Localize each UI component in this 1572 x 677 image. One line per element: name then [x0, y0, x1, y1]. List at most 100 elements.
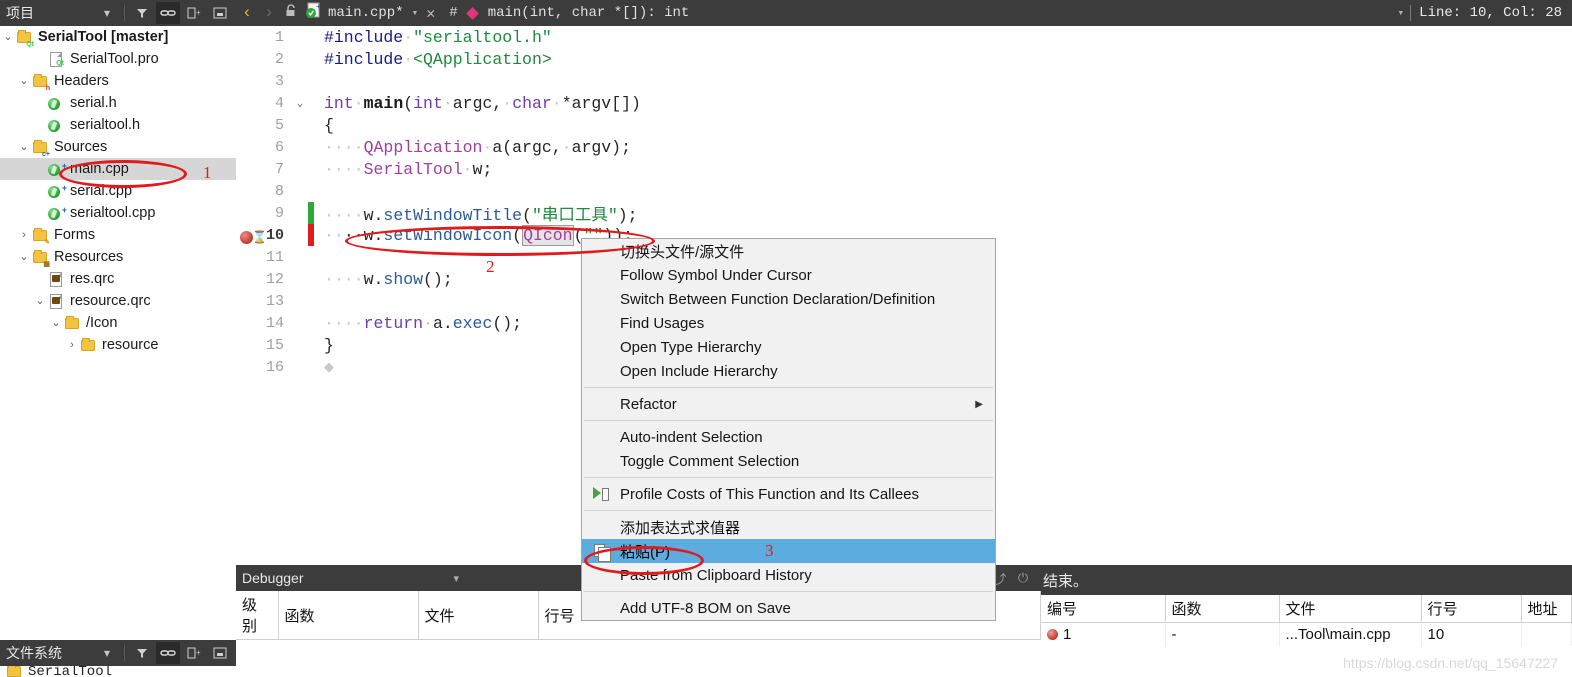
menu-item-auto-indent-selection[interactable]: Auto-indent Selection	[582, 425, 995, 449]
project-tree[interactable]: ⌄ Qt SerialTool [master] Qt SerialTool.pro ⌄ h…	[0, 26, 236, 640]
link-icon[interactable]	[156, 2, 180, 24]
line-number[interactable]: 15	[236, 337, 292, 354]
line-number[interactable]: 2	[236, 51, 292, 68]
tree-item-forms[interactable]: › ✎ Forms	[0, 224, 236, 246]
line-number[interactable]: ⌛ 10	[236, 227, 292, 245]
tree-item-serial-h[interactable]: serial.h	[0, 92, 236, 114]
col-function[interactable]: 函数	[1165, 595, 1280, 623]
menu-item-follow-symbol-under-cursor[interactable]: Follow Symbol Under Cursor	[582, 263, 995, 287]
unlocked-icon[interactable]	[280, 3, 302, 23]
code-line[interactable]: 7 ····SerialTool·w;	[236, 158, 1572, 180]
filesystem-first-row[interactable]: SerialTool	[0, 666, 236, 677]
chevron-down-icon[interactable]: ⌄	[16, 139, 32, 155]
menu-item-profile-costs-of-this-function-and-its-callees[interactable]: Profile Costs of This Function and Its C…	[582, 482, 995, 506]
tree-item-serialtool-pro[interactable]: Qt SerialTool.pro	[0, 48, 236, 70]
collapse-icon[interactable]	[208, 2, 232, 24]
code-token: ·	[403, 27, 414, 47]
tree-item-serial-cpp[interactable]: + serial.cpp	[0, 180, 236, 202]
menu-item-label: 添加表达式求值器	[620, 519, 741, 537]
line-number[interactable]: 14	[236, 315, 292, 332]
col-address[interactable]: 地址	[1521, 595, 1572, 623]
chevron-down-icon[interactable]: ⌄	[16, 73, 32, 89]
menu-item-[interactable]: 添加表达式求值器	[582, 515, 995, 539]
line-number[interactable]: 16	[236, 359, 292, 376]
line-number[interactable]: 13	[236, 293, 292, 310]
col-file[interactable]: 文件	[1279, 595, 1422, 623]
line-number[interactable]: 6	[236, 139, 292, 156]
tree-item-serialtool-master[interactable]: ⌄ Qt SerialTool [master]	[0, 26, 236, 48]
menu-item-toggle-comment-selection[interactable]: Toggle Comment Selection	[582, 449, 995, 473]
hash-icon[interactable]: #	[443, 5, 463, 21]
symbol-dropdown-icon[interactable]: ▾	[1398, 6, 1405, 20]
line-number[interactable]: 5	[236, 117, 292, 134]
split-icon[interactable]: +	[182, 2, 206, 24]
code-line[interactable]: 8	[236, 180, 1572, 202]
col-function[interactable]: 函数	[278, 591, 419, 640]
code-line[interactable]: 4 ⌄ int·main(int·argc,·char·*argv[])	[236, 92, 1572, 114]
chevron-right-icon[interactable]: ›	[64, 337, 80, 353]
chevron-down-icon[interactable]: ⌄	[48, 315, 64, 331]
menu-item-open-include-hierarchy[interactable]: Open Include Hierarchy	[582, 359, 995, 383]
line-number[interactable]: 1	[236, 29, 292, 46]
col-number[interactable]: 编号	[1041, 595, 1166, 623]
menu-item-refactor[interactable]: Refactor ▶	[582, 392, 995, 416]
line-number[interactable]: 7	[236, 161, 292, 178]
cell-编号: 1	[1041, 622, 1166, 646]
tree-item-resources[interactable]: ⌄ ▦ Resources	[0, 246, 236, 268]
collapse-icon[interactable]	[208, 642, 232, 664]
power-icon[interactable]: ⏻	[1013, 568, 1033, 588]
table-row[interactable]: 1- ...Tool\main.cpp 10	[1041, 622, 1572, 646]
file-dropdown-icon[interactable]: ▾	[412, 6, 419, 20]
tree-item-serialtool-h[interactable]: serialtool.h	[0, 114, 236, 136]
close-icon[interactable]: ✕	[418, 4, 443, 23]
line-change-marker	[308, 70, 314, 92]
chevron-down-icon[interactable]: ▾	[95, 642, 119, 664]
tree-item-serialtool-cpp[interactable]: + serialtool.cpp	[0, 202, 236, 224]
chevron-down-icon[interactable]: ⌄	[16, 249, 32, 265]
menu-item-open-type-hierarchy[interactable]: Open Type Hierarchy	[582, 335, 995, 359]
filter-icon[interactable]	[130, 2, 154, 24]
chevron-down-icon[interactable]: ⌄	[32, 293, 48, 309]
link-icon[interactable]	[156, 642, 180, 664]
split-icon[interactable]: +	[182, 642, 206, 664]
menu-item-find-usages[interactable]: Find Usages	[582, 311, 995, 335]
chevron-down-icon[interactable]: ⌄	[0, 29, 16, 45]
tree-item-res-qrc[interactable]: res.qrc	[0, 268, 236, 290]
menu-item-p[interactable]: 粘贴(P)	[582, 539, 995, 563]
line-number[interactable]: 12	[236, 271, 292, 288]
code-token: ();	[492, 313, 523, 333]
tree-item-resource[interactable]: › resource	[0, 334, 236, 356]
menu-item-switch-between-function-declaration-definition[interactable]: Switch Between Function Declaration/Defi…	[582, 287, 995, 311]
tree-item-main-cpp[interactable]: + main.cpp	[0, 158, 236, 180]
line-number[interactable]: 9	[236, 205, 292, 222]
line-number[interactable]: 8	[236, 183, 292, 200]
tree-item-resource-qrc[interactable]: ⌄ resource.qrc	[0, 290, 236, 312]
line-number[interactable]: 4	[236, 95, 292, 112]
code-line[interactable]: 5{	[236, 114, 1572, 136]
menu-item-[interactable]: 切换头文件/源文件	[582, 239, 995, 263]
col-level[interactable]: 级别	[236, 591, 279, 640]
menu-item-add-utf-8-bom-on-save[interactable]: Add UTF-8 BOM on Save	[582, 596, 995, 620]
code-line[interactable]: 3	[236, 70, 1572, 92]
fold-chevron-icon[interactable]: ⌄	[292, 96, 308, 110]
chevron-left-icon[interactable]: ‹	[236, 4, 258, 23]
chevron-right-icon[interactable]: ›	[16, 227, 32, 243]
line-number[interactable]: 11	[236, 249, 292, 266]
chevron-down-icon[interactable]: ▾	[95, 2, 119, 24]
col-file[interactable]: 文件	[418, 591, 539, 640]
chevron-right-icon[interactable]: ›	[258, 4, 280, 23]
line-number[interactable]: 3	[236, 73, 292, 90]
editor-context-menu[interactable]: 切换头文件/源文件 Follow Symbol Under Cursor Switc…	[581, 238, 996, 621]
menu-item-paste-from-clipboard-history[interactable]: Paste from Clipboard History	[582, 563, 995, 587]
col-line[interactable]: 行号	[1421, 595, 1522, 623]
code-line[interactable]: 2 #include·<QApplication>	[236, 48, 1572, 70]
filter-icon[interactable]	[130, 642, 154, 664]
tree-item-sources[interactable]: ⌄ c+ Sources	[0, 136, 236, 158]
code-line[interactable]: 6 ····QApplication·a(argc,·argv);	[236, 136, 1572, 158]
chevron-down-icon[interactable]: ▾	[454, 572, 460, 585]
tree-item-headers[interactable]: ⌄ h Headers	[0, 70, 236, 92]
tree-item-icon[interactable]: ⌄ /Icon	[0, 312, 236, 334]
code-line[interactable]: 1 #include·"serialtool.h"	[236, 26, 1572, 48]
code-line[interactable]: 9 ····w.setWindowTitle("串口工具");	[236, 202, 1572, 225]
